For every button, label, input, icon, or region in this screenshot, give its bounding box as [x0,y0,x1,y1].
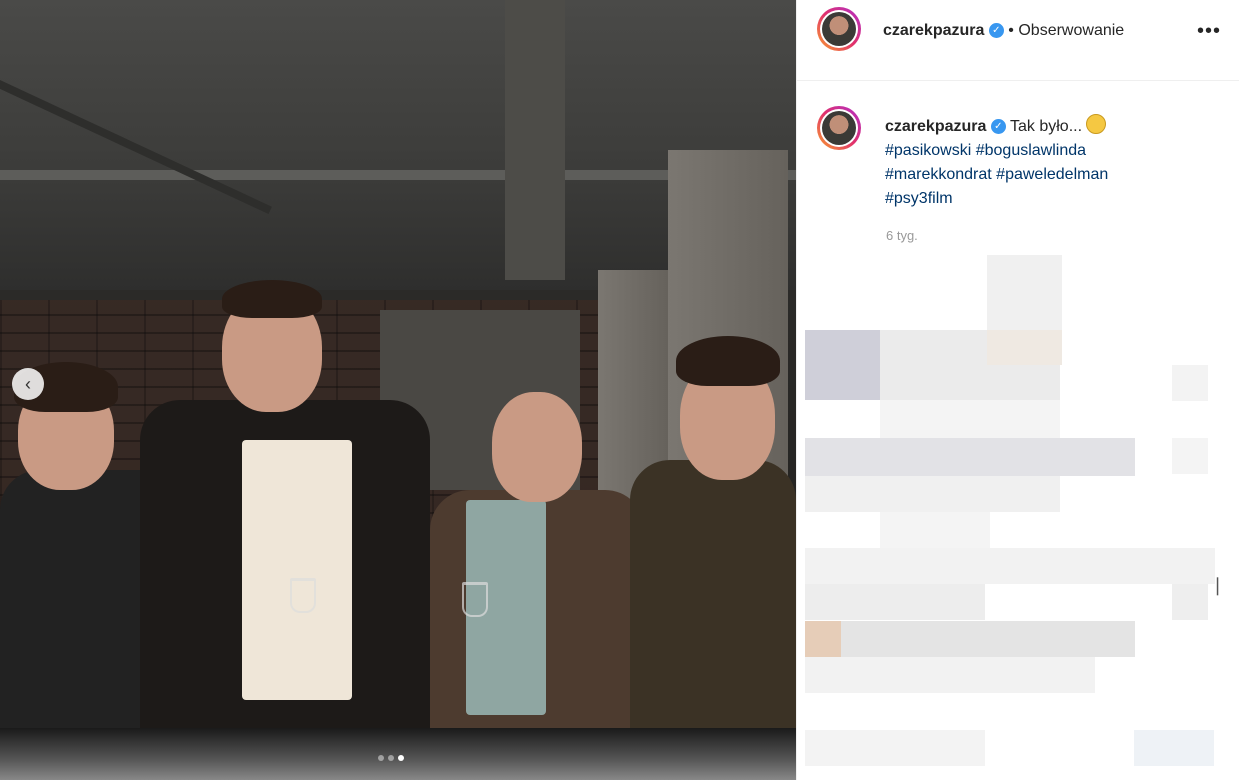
post-side-panel: czarekpazura ✓ • Obserwowanie ••• czarek… [796,0,1239,780]
photo-person [140,280,440,730]
following-button[interactable]: Obserwowanie [1018,22,1124,39]
flushed-face-emoji-icon [1086,114,1107,134]
more-options-icon[interactable]: ••• [1197,20,1221,43]
photo-ceiling-beam [505,0,565,280]
carousel-prev-button[interactable]: ‹ [12,368,44,400]
bookmark-icon[interactable]: ❘ [1210,575,1225,596]
verified-badge-icon: ✓ [990,119,1006,135]
username-link[interactable]: czarekpazura [883,22,984,39]
follow-separator: • [1008,22,1014,39]
carousel-dot [378,755,384,761]
hashtag-link[interactable]: #marekkondrat [885,166,992,183]
caption-username-link[interactable]: czarekpazura [885,118,986,135]
chevron-left-icon: ‹ [25,373,31,394]
photo-person [430,380,650,730]
post-time[interactable]: 6 tyg. [886,228,918,243]
hashtag-link[interactable]: #psy3film [885,190,953,207]
profile-photo [822,12,856,46]
avatar[interactable] [817,7,861,51]
hashtag-link[interactable]: #boguslawlinda [976,142,1086,159]
post-header-line: czarekpazura ✓ • Obserwowanie [883,22,1124,40]
verified-badge-icon: ✓ [988,23,1004,39]
photo-person [630,330,796,730]
post-header: czarekpazura ✓ • Obserwowanie ••• [797,0,1239,81]
caption-avatar[interactable] [817,106,861,150]
post-photo[interactable]: ‹ [0,0,796,780]
profile-photo [822,111,856,145]
photo-bottom-strip [0,728,796,780]
hashtag-link[interactable]: #pasikowski [885,142,971,159]
caption-text: Tak było... [1010,118,1083,135]
post-caption: czarekpazura ✓ Tak było... #pasikowski #… [885,114,1205,211]
hashtag-link[interactable]: #paweledelman [996,166,1108,183]
carousel-dot-active [398,755,404,761]
carousel-dots [378,755,404,761]
carousel-dot [388,755,394,761]
